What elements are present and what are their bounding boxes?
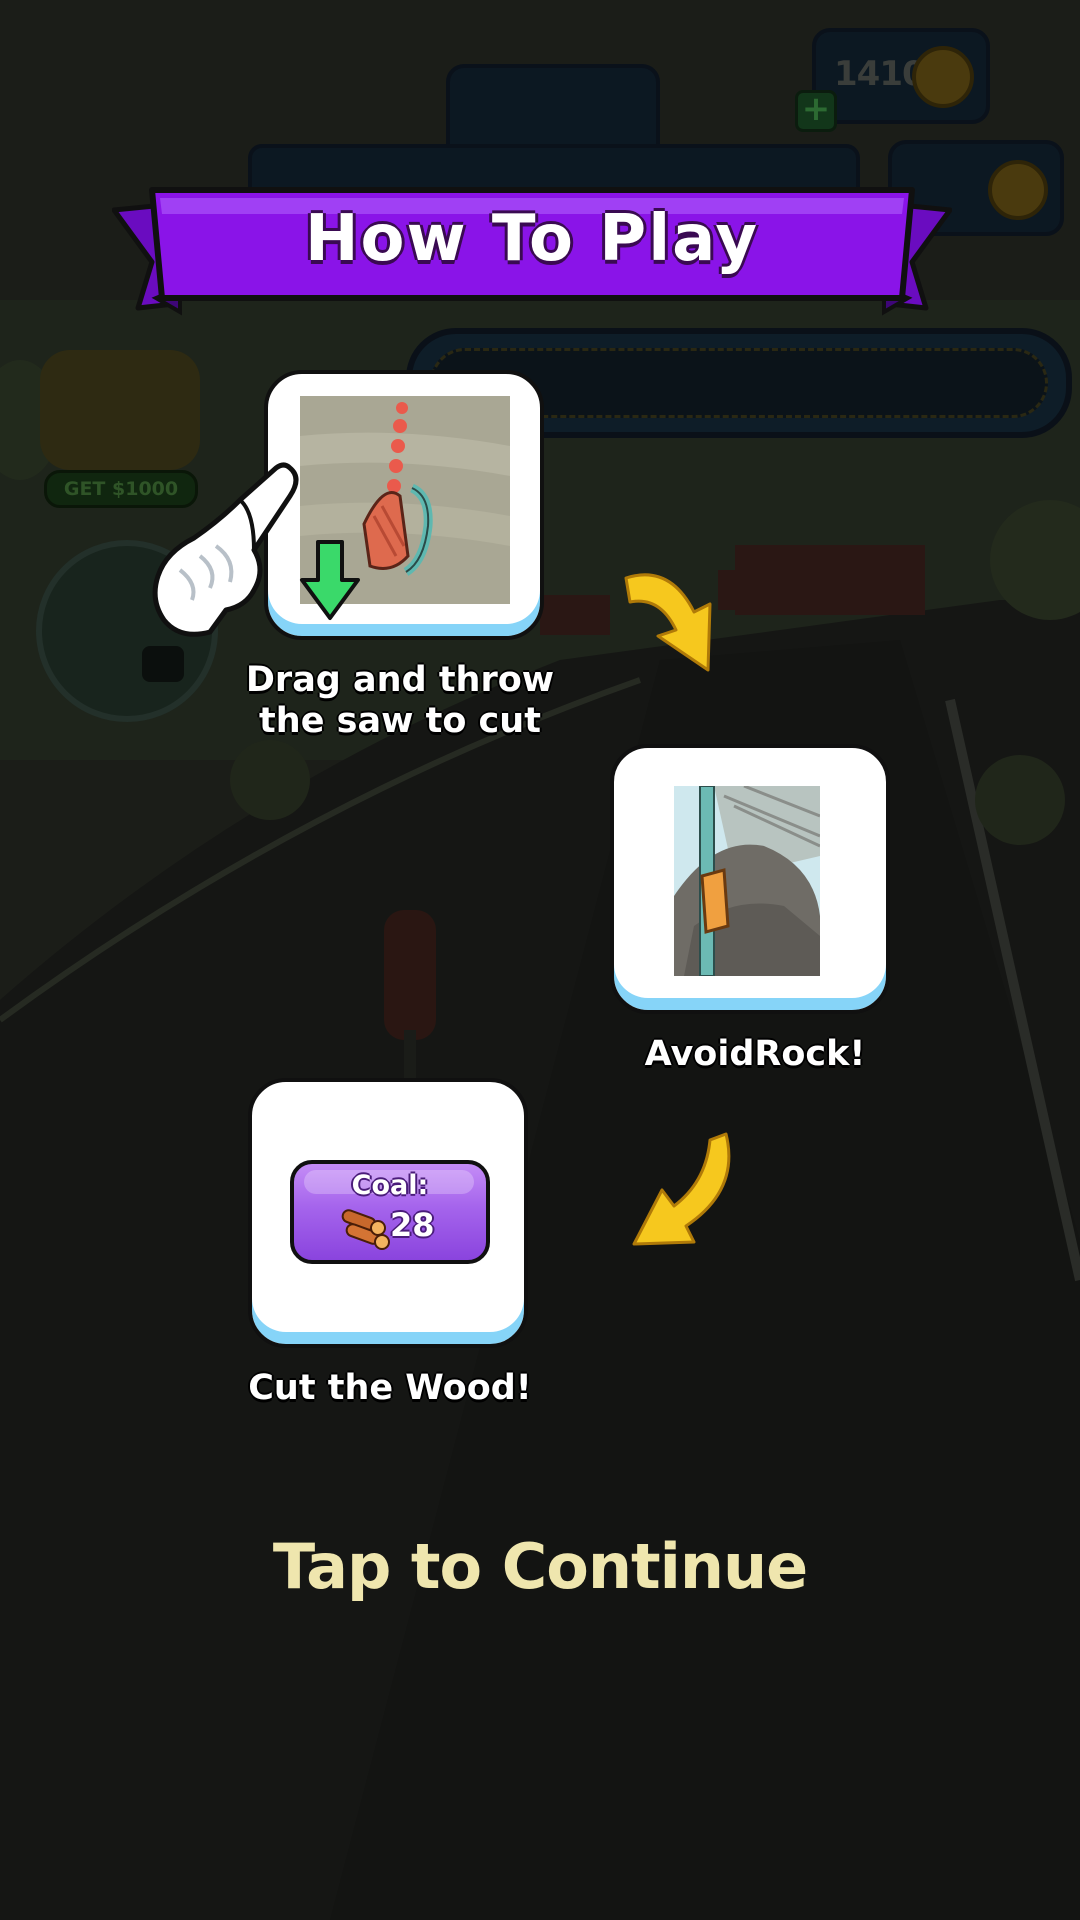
plus-icon: + bbox=[801, 89, 831, 129]
dialog-title: How To Play bbox=[304, 202, 760, 276]
step-caption-cut-wood: Cut the Wood! bbox=[248, 1368, 532, 1408]
tap-to-continue[interactable]: Tap to Continue bbox=[0, 1530, 1080, 1603]
rock-saw-illustration bbox=[674, 786, 820, 976]
step-caption-avoid-rock: AvoidRock! bbox=[644, 1034, 866, 1074]
pointing-hand-icon bbox=[152, 462, 299, 637]
step-card-drag-saw bbox=[264, 370, 544, 640]
curved-arrow-icon bbox=[624, 573, 712, 672]
wood-logs-icon bbox=[341, 1209, 390, 1250]
coal-value: 28 bbox=[390, 1206, 435, 1244]
coin-icon bbox=[988, 160, 1048, 220]
caption-line: the saw to cut bbox=[259, 701, 541, 741]
step-card-avoid-rock bbox=[610, 744, 890, 1014]
add-coins-button[interactable]: + bbox=[795, 89, 837, 132]
title-banner: How To Play bbox=[112, 180, 952, 330]
coal-counter-illustration: Coal: 28 bbox=[290, 1160, 490, 1264]
coal-label: Coal: bbox=[351, 1170, 429, 1201]
caption-line: Drag and throw bbox=[245, 660, 555, 700]
coin-count: 1410 bbox=[834, 54, 926, 94]
step-card-cut-wood: Coal: 28 bbox=[248, 1078, 528, 1348]
wood-sign bbox=[540, 595, 610, 635]
coin-counter: 1410 bbox=[812, 28, 990, 124]
arrow-down-icon bbox=[300, 540, 360, 620]
treasure-chest-icon bbox=[40, 350, 200, 470]
curved-arrow-icon bbox=[632, 1132, 731, 1246]
gold-coin-icon bbox=[912, 46, 974, 108]
step-caption-drag: Drag and throw the saw to cut bbox=[220, 660, 580, 742]
wood-sign bbox=[718, 570, 923, 610]
